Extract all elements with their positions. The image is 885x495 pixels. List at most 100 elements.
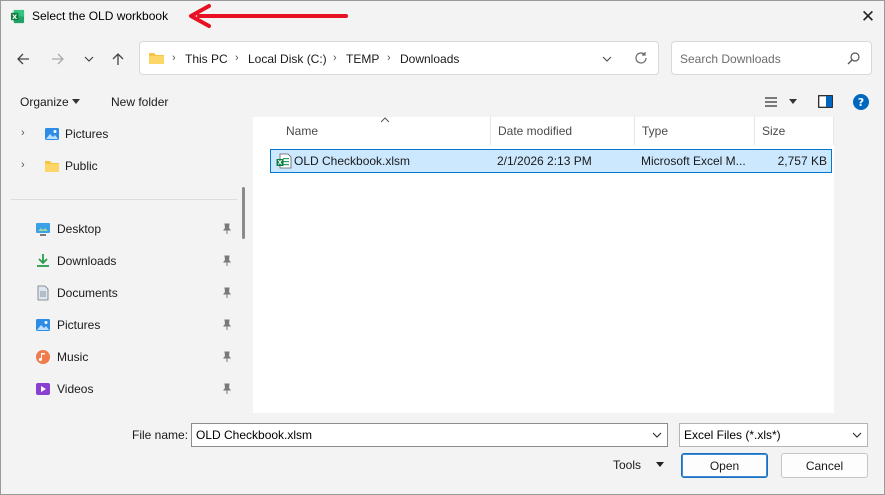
quick-access-pictures[interactable]: Pictures	[1, 311, 237, 339]
pictures-icon	[36, 319, 50, 331]
quick-access-label: Desktop	[57, 222, 102, 236]
tools-menu[interactable]: Tools	[613, 458, 641, 472]
right-margin	[834, 117, 884, 413]
navigation-pane: › Pictures › Public Desktop Downloads Do…	[1, 117, 237, 413]
desktop-icon	[36, 223, 50, 236]
pin-icon	[223, 255, 231, 266]
quick-access-documents[interactable]: Documents	[1, 279, 237, 307]
file-name-cell: OLD Checkbook.xlsm	[294, 154, 411, 168]
svg-text:?: ?	[858, 96, 864, 109]
help-icon[interactable]: ?	[853, 94, 869, 110]
open-button[interactable]: Open	[681, 453, 768, 478]
sort-ascending-icon	[381, 117, 389, 123]
file-list: Name Date modified Type Size X OLD Check…	[253, 117, 834, 413]
recent-locations-button[interactable]	[78, 48, 100, 70]
new-folder-button[interactable]: New folder	[111, 95, 168, 109]
column-header-name[interactable]: Name	[279, 117, 491, 145]
quick-access-downloads[interactable]: Downloads	[1, 247, 237, 275]
file-size-cell: 2,757 KB	[777, 154, 827, 168]
music-icon	[36, 350, 50, 364]
chevron-down-icon	[852, 432, 862, 438]
arrow-left-icon	[17, 53, 29, 65]
quick-access-label: Downloads	[57, 254, 117, 268]
file-type-cell: Microsoft Excel M...	[641, 154, 746, 168]
expand-chevron-icon[interactable]: ›	[21, 159, 31, 171]
file-date-cell: 2/1/2026 2:13 PM	[497, 154, 592, 168]
file-type-select[interactable]: Excel Files (*.xls*)	[679, 423, 868, 447]
column-header-date[interactable]: Date modified	[491, 117, 635, 145]
videos-icon	[36, 383, 50, 395]
navigation-bar: › This PC › Local Disk (C:) › TEMP › Dow…	[1, 32, 884, 87]
quick-access-label: Documents	[57, 286, 118, 300]
forward-button[interactable]	[47, 48, 69, 70]
tree-item-label: Public	[65, 159, 98, 173]
address-bar[interactable]: › This PC › Local Disk (C:) › TEMP › Dow…	[139, 41, 659, 75]
close-button[interactable]: ✕	[852, 3, 884, 31]
dialog-title: Select the OLD workbook	[32, 9, 169, 23]
refresh-icon[interactable]	[634, 51, 648, 65]
pane-divider	[11, 199, 237, 200]
navigation-scrollbar[interactable]	[242, 187, 245, 239]
pin-icon	[223, 319, 231, 330]
folder-icon	[149, 53, 164, 64]
arrow-right-icon	[52, 53, 64, 65]
organize-button[interactable]: Organize	[20, 95, 69, 109]
pin-icon	[223, 223, 231, 234]
chevron-down-icon[interactable]	[652, 430, 662, 440]
column-header-type[interactable]: Type	[635, 117, 755, 145]
quick-access-label: Videos	[57, 382, 94, 396]
search-icon[interactable]	[847, 51, 861, 65]
breadcrumb-downloads[interactable]: Downloads	[400, 52, 459, 66]
column-header-label: Size	[762, 124, 786, 138]
file-name-field[interactable]: OLD Checkbook.xlsm	[191, 423, 668, 447]
column-header-label: Name	[286, 124, 319, 138]
pin-icon	[223, 383, 231, 394]
quick-access-label: Pictures	[57, 318, 101, 332]
dialog-footer: File name: OLD Checkbook.xlsm Excel File…	[1, 413, 884, 494]
search-box[interactable]: Search Downloads	[671, 41, 872, 75]
quick-access-label: Music	[57, 350, 89, 364]
preview-pane-icon[interactable]	[818, 95, 833, 108]
file-name-value: OLD Checkbook.xlsm	[196, 428, 313, 442]
tools-caret-icon[interactable]	[656, 462, 664, 468]
breadcrumb-chevron-icon: ›	[172, 52, 176, 64]
view-list-icon[interactable]	[764, 96, 778, 108]
tree-item-pictures[interactable]: › Pictures	[1, 119, 237, 147]
file-row[interactable]: X OLD Checkbook.xlsm 2/1/2026 2:13 PM Mi…	[270, 149, 832, 173]
address-history-chevron-icon[interactable]	[602, 54, 612, 64]
cancel-button[interactable]: Cancel	[781, 453, 868, 478]
quick-access-music[interactable]: Music	[1, 343, 237, 371]
column-header-label: Type	[642, 124, 669, 138]
title-bar: X Select the OLD workbook ✕	[1, 1, 884, 32]
chevron-down-icon	[84, 56, 94, 62]
breadcrumb-temp[interactable]: TEMP	[346, 52, 379, 66]
quick-access-desktop[interactable]: Desktop	[1, 215, 237, 243]
pictures-icon	[45, 128, 59, 140]
breadcrumb-local-disk[interactable]: Local Disk (C:)	[248, 52, 327, 66]
breadcrumb-chevron-icon: ›	[333, 52, 337, 64]
column-header-size[interactable]: Size	[755, 117, 834, 145]
up-button[interactable]	[107, 48, 129, 70]
documents-icon	[37, 285, 49, 301]
command-bar: Organize New folder ?	[1, 87, 884, 117]
file-type-value: Excel Files (*.xls*)	[684, 428, 781, 442]
excel-app-icon: X	[10, 9, 25, 24]
excel-file-icon: X	[276, 153, 292, 169]
back-button[interactable]	[12, 48, 34, 70]
downloads-icon	[37, 254, 49, 267]
close-icon: ✕	[860, 7, 876, 26]
view-options-caret-icon[interactable]	[789, 99, 797, 105]
arrow-up-icon	[112, 53, 124, 65]
expand-chevron-icon[interactable]: ›	[21, 127, 31, 139]
pin-icon	[223, 287, 231, 298]
breadcrumb-this-pc[interactable]: This PC	[185, 52, 228, 66]
search-placeholder: Search Downloads	[680, 52, 781, 66]
breadcrumb-chevron-icon: ›	[235, 52, 239, 64]
pin-icon	[223, 351, 231, 362]
tree-item-label: Pictures	[65, 127, 109, 141]
quick-access-videos[interactable]: Videos	[1, 375, 237, 403]
svg-text:X: X	[278, 160, 283, 167]
tree-item-public[interactable]: › Public	[1, 151, 237, 179]
folder-icon	[45, 161, 59, 172]
breadcrumb-chevron-icon: ›	[387, 52, 391, 64]
